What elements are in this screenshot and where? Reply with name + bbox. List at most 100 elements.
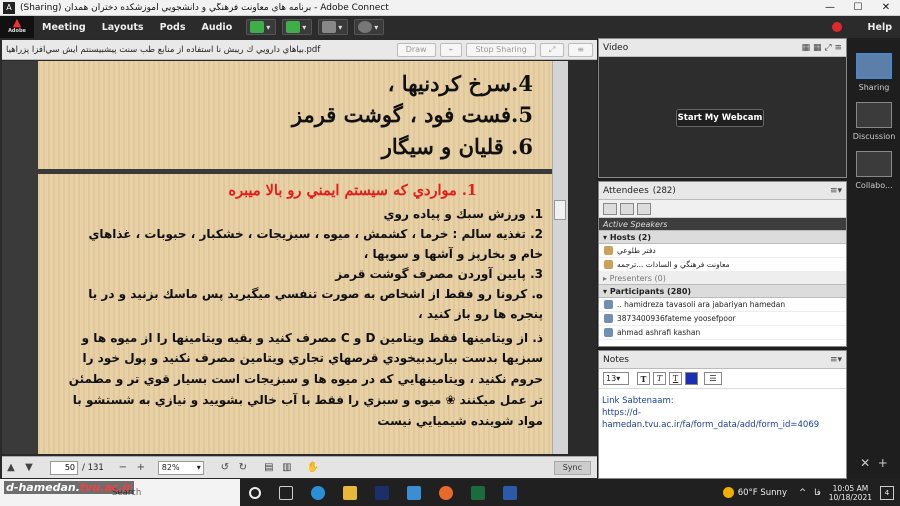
- excel-icon[interactable]: [471, 485, 485, 500]
- presenters-section[interactable]: ▸ Presenters (0): [599, 272, 846, 285]
- zoom-out-icon[interactable]: −: [114, 462, 132, 473]
- host-icon: [604, 246, 613, 255]
- text-color-button[interactable]: [685, 372, 698, 385]
- cortana-icon[interactable]: [249, 486, 261, 499]
- minimize-button[interactable]: —: [816, 2, 844, 13]
- chevron-down-icon: ▾: [374, 22, 379, 32]
- participants-section[interactable]: ▾ Participants (280): [599, 285, 846, 298]
- notes-content[interactable]: Link Sabtenaam: https://d-hamedan.tvu.ac…: [599, 389, 846, 437]
- taskbar-clock[interactable]: 10:05 AM 10/18/2021: [829, 484, 872, 502]
- rotate-left-icon[interactable]: ↺: [216, 462, 234, 473]
- video-pod-header: Video ▦ ▦ ⤢ ≡: [599, 39, 846, 57]
- store-icon[interactable]: [407, 485, 421, 500]
- layout-sharing-label[interactable]: Sharing: [848, 83, 900, 92]
- webcam-control[interactable]: ▾: [318, 19, 349, 35]
- page-heading: 1. مواردي كه سيستم ايمني رو بالا ميبره: [228, 182, 478, 199]
- tools-icon[interactable]: ✕ +: [848, 456, 900, 470]
- pod-menu-icon[interactable]: ≡▾: [830, 355, 842, 365]
- layout-discussion-label[interactable]: Discussion: [848, 132, 900, 141]
- page-line: ه. كرونا رو فقط از اشخاص به صورت تنفسي م…: [88, 287, 543, 301]
- language-indicator[interactable]: فا: [814, 488, 821, 498]
- host-row[interactable]: معاونت فرهنگي و السادات ...ترجمه: [599, 258, 846, 272]
- status-control[interactable]: ▾: [354, 19, 385, 35]
- page-line: ذ. از ويتامينها فقط ويتامين D و C مصرف ك…: [81, 331, 543, 345]
- menu-audio[interactable]: Audio: [194, 22, 241, 33]
- attendees-count: (282): [652, 185, 676, 196]
- bold-button[interactable]: T: [637, 372, 650, 385]
- edge-icon[interactable]: [311, 485, 325, 500]
- menu-layouts[interactable]: Layouts: [94, 22, 152, 33]
- rotate-right-icon[interactable]: ↻: [234, 462, 252, 473]
- zoom-select[interactable]: 82% ▾: [157, 460, 204, 475]
- font-size-select[interactable]: 13 ▾: [603, 372, 629, 385]
- start-webcam-button[interactable]: Start My Webcam: [676, 109, 764, 127]
- participant-icon: [604, 300, 613, 309]
- list-view-icon[interactable]: [603, 202, 617, 215]
- stop-sharing-button[interactable]: Stop Sharing: [466, 42, 536, 57]
- fit-page-icon[interactable]: ▤: [260, 462, 278, 473]
- draw-button[interactable]: Draw: [396, 42, 436, 57]
- scrollbar-thumb[interactable]: [554, 200, 566, 220]
- notes-link[interactable]: https://d-hamedan.tvu.ac.ir/fa/form_data…: [602, 407, 843, 431]
- document-page-main: 1. مواردي كه سيستم ايمني رو بالا ميبره 1…: [38, 174, 557, 454]
- record-icon[interactable]: [831, 22, 842, 32]
- status-view-icon[interactable]: [637, 202, 651, 215]
- hosts-section[interactable]: ▾ Hosts (2): [599, 231, 846, 244]
- layout-collaboration-label[interactable]: Collabo...: [848, 181, 900, 190]
- weather-text[interactable]: 60°F Sunny: [738, 488, 787, 498]
- notes-title: Notes: [603, 354, 629, 365]
- breakout-icon[interactable]: [620, 202, 634, 215]
- page-down-icon[interactable]: ▼: [20, 462, 38, 473]
- menu-pods[interactable]: Pods: [152, 22, 194, 33]
- participant-row[interactable]: 3873400936fateme yoosefpoor: [599, 312, 846, 326]
- document-viewer[interactable]: 4.سرخ كردنيها ، 5.فست فود ، گوشت قرمز 6.…: [2, 61, 568, 454]
- page-line: تر عمل ميكنند ❀ ميوه و سبزي را فقط با آب…: [72, 393, 543, 407]
- participant-row[interactable]: .. hamidreza tavasoli ara jabariyan hame…: [599, 298, 846, 312]
- sync-view-icon[interactable]: ⌁: [439, 42, 463, 57]
- pod-menu-icon[interactable]: ≡: [568, 42, 593, 57]
- italic-button[interactable]: T: [653, 372, 666, 385]
- hand-tool-icon[interactable]: ✋: [304, 462, 322, 473]
- page-line: 2. تغذيه سالم : خرما ، كشمش ، ميوه ، سبز…: [88, 227, 543, 241]
- task-view-icon[interactable]: [279, 485, 293, 500]
- page-line: مواد شوينده شيميايي نيست: [377, 414, 543, 428]
- system-tray: 60°F Sunny ^ فا 10:05 AM 10/18/2021 4: [714, 484, 900, 502]
- underline-button[interactable]: T: [669, 372, 682, 385]
- participant-icon: [604, 314, 613, 323]
- layout-discussion-thumb[interactable]: [856, 102, 892, 128]
- zoom-in-icon[interactable]: +: [132, 462, 150, 473]
- menu-bar: ▲ Adobe Meeting Layouts Pods Audio ▾ ▾ ▾ …: [0, 16, 900, 38]
- tray-chevron-icon[interactable]: ^: [799, 488, 806, 498]
- page-number-input[interactable]: [50, 460, 78, 475]
- word-icon[interactable]: [503, 485, 517, 500]
- maximize-button[interactable]: ☐: [844, 2, 872, 13]
- bullet-list-icon[interactable]: ☰: [704, 372, 722, 385]
- firefox-icon[interactable]: [439, 485, 453, 500]
- layout-collaboration-thumb[interactable]: [856, 151, 892, 177]
- pod-menu-icon[interactable]: ▦ ▦ ⤢ ≡: [802, 43, 842, 53]
- page-up-icon[interactable]: ▲: [2, 462, 20, 473]
- pod-menu-icon[interactable]: ≡▾: [830, 186, 842, 196]
- chevron-down-icon: ▾: [603, 286, 610, 296]
- close-window-button[interactable]: ✕: [872, 2, 900, 13]
- host-row[interactable]: دفتر طلوعي: [599, 244, 846, 258]
- file-explorer-icon[interactable]: [343, 485, 357, 500]
- microphone-control[interactable]: ▾: [282, 19, 313, 35]
- fullscreen-icon[interactable]: ⤢: [539, 42, 565, 57]
- participant-row[interactable]: ahmad ashrafi kashan: [599, 326, 846, 340]
- notifications-icon[interactable]: 4: [880, 485, 894, 500]
- active-speakers-header[interactable]: Active Speakers: [599, 218, 846, 231]
- document-scrollbar[interactable]: [552, 61, 568, 454]
- speaker-control[interactable]: ▾: [246, 19, 277, 35]
- page-total: / 131: [82, 462, 104, 473]
- menu-meeting[interactable]: Meeting: [34, 22, 94, 33]
- attendees-pod-header: Attendees (282) ≡▾: [599, 182, 846, 200]
- layout-sharing-thumb[interactable]: [856, 53, 892, 79]
- page-line: 6. قليان و سيگار: [381, 134, 533, 159]
- fit-width-icon[interactable]: ▥: [278, 462, 296, 473]
- layouts-bar: Sharing Discussion Collabo... ✕ +: [848, 38, 900, 479]
- photoshop-icon[interactable]: [375, 485, 389, 500]
- menu-help[interactable]: Help: [860, 22, 900, 33]
- chevron-down-icon: ▾: [338, 22, 343, 32]
- sync-button[interactable]: Sync: [553, 460, 591, 475]
